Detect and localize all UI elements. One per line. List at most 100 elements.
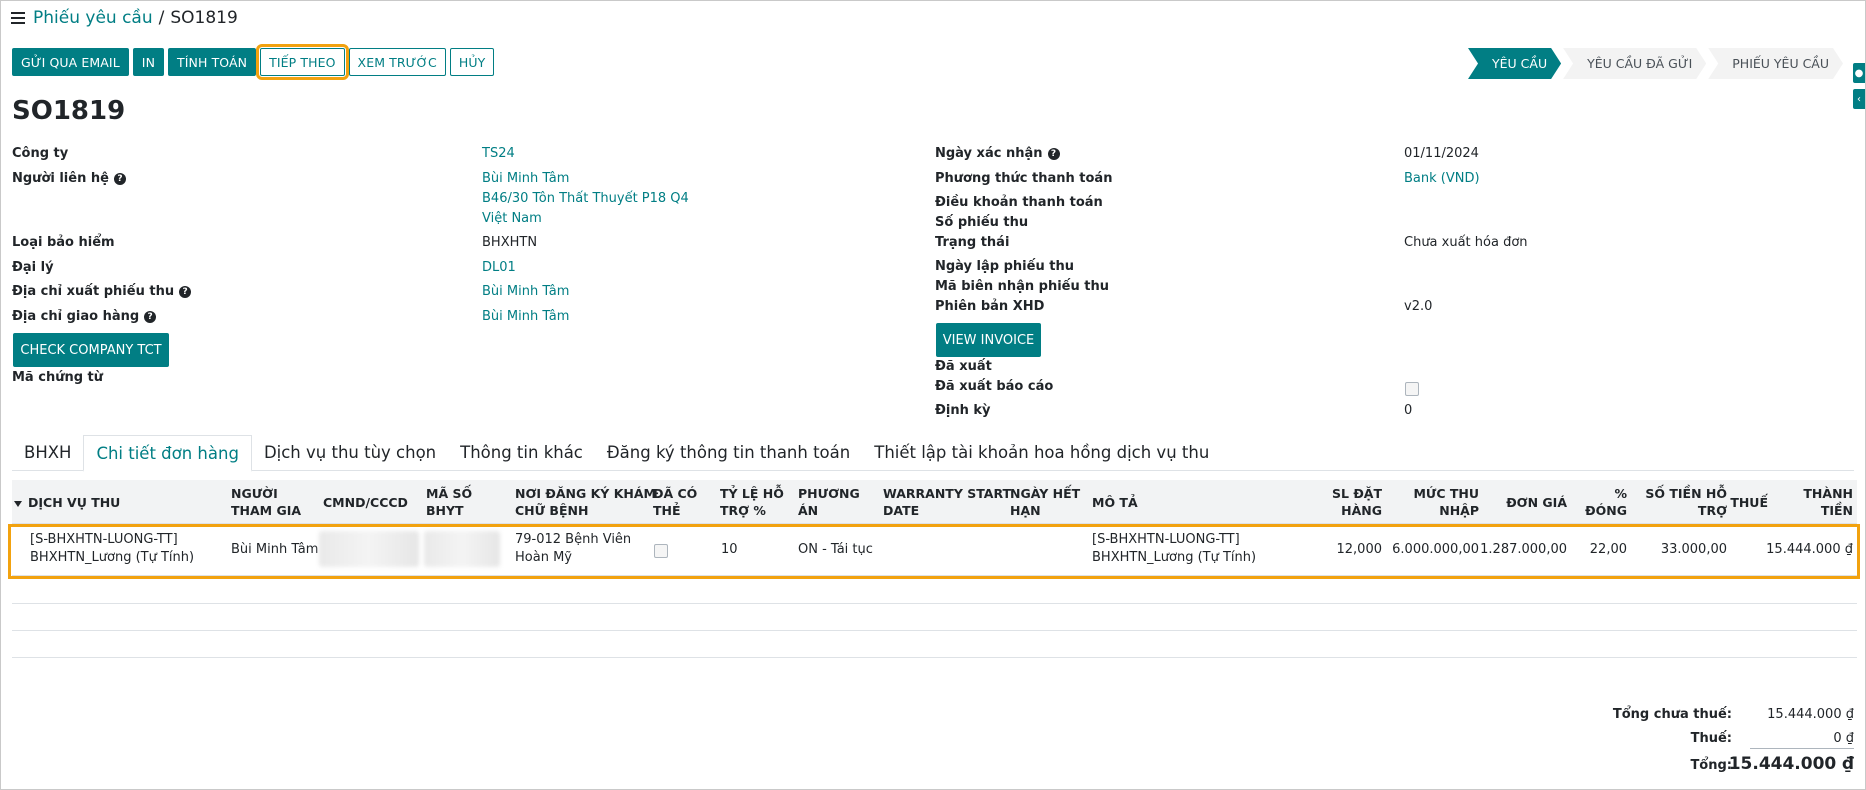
preview-button[interactable]: XEM TRƯỚC — [348, 48, 446, 76]
payment-method-field[interactable]: Bank (VND) — [1404, 171, 1480, 186]
column-participant-line2: THAM GIA — [231, 503, 302, 518]
page-title: SO1819 — [12, 96, 126, 126]
payment-method-label: Phương thức thanh toán — [935, 171, 1113, 186]
column-bhyt[interactable]: MÃ SỐ BHYT — [426, 485, 472, 519]
column-tax[interactable]: THUẾ — [1730, 494, 1768, 511]
agent-label: Đại lý — [12, 260, 54, 275]
delivery-address-field[interactable]: Bùi Minh Tâm — [482, 309, 569, 324]
periodic-field[interactable]: 0 — [1404, 403, 1412, 418]
help-icon[interactable]: ? — [1047, 147, 1060, 160]
xhd-version-field[interactable]: v2.0 — [1404, 299, 1432, 314]
compute-button[interactable]: TÍNH TOÁN — [168, 48, 257, 76]
tax-total-label: Thuế: — [1690, 731, 1732, 746]
column-bhyt-line1: MÃ SỐ — [426, 486, 473, 501]
untaxed-total-label: Tổng chưa thuế: — [1612, 707, 1732, 722]
confirm-date-field[interactable]: 01/11/2024 — [1404, 146, 1479, 161]
invoice-address-label: Địa chỉ xuất phiếu thu ? — [12, 284, 192, 299]
send-email-button[interactable]: GỬI QUA EMAIL — [12, 48, 129, 76]
empty-row-divider — [12, 657, 1857, 658]
receipt-code-label: Mã biên nhận phiếu thu — [935, 279, 1109, 294]
column-contribution-pct[interactable]: % ĐÓNG — [1585, 485, 1627, 519]
delivery-address-label: Địa chỉ giao hàng ? — [12, 309, 157, 324]
status-bar: YÊU CẦU YÊU CẦU ĐÃ GỬI PHIẾU YÊU CẦU — [1466, 48, 1843, 79]
column-service-label: DỊCH VỤ THU — [28, 495, 121, 510]
state-field: Chưa xuất hóa đơn — [1404, 235, 1528, 250]
column-plan[interactable]: PHƯƠNG ÁN — [798, 485, 860, 519]
column-income[interactable]: MỨC THU NHẬP — [1413, 485, 1479, 519]
view-invoice-button[interactable]: VIEW INVOICE — [936, 323, 1041, 357]
contact-address-line2[interactable]: Việt Nam — [482, 211, 542, 226]
action-buttons: GỬI QUA EMAIL IN TÍNH TOÁN TIẾP THEO XEM… — [12, 44, 495, 80]
column-subtotal[interactable]: THÀNH TIỀN — [1803, 485, 1853, 519]
column-quantity[interactable]: SL ĐẶT HÀNG — [1332, 485, 1382, 519]
contact-name-field[interactable]: Bùi Minh Tâm — [482, 171, 569, 186]
column-unit-price[interactable]: ĐƠN GIÁ — [1506, 494, 1567, 511]
stage-request-form[interactable]: PHIẾU YÊU CẦU — [1708, 48, 1843, 79]
breadcrumb-separator: / — [158, 8, 165, 28]
company-field[interactable]: TS24 — [482, 146, 515, 161]
column-warranty-line2: DATE — [883, 503, 920, 518]
column-service[interactable]: DỊCH VỤ THU — [14, 494, 120, 511]
grand-total-label: Tổng: — [1690, 758, 1732, 773]
column-hospital[interactable]: NƠI ĐĂNG KÝ KHÁM CHỮ BỆNH — [515, 485, 656, 519]
column-warranty-start[interactable]: WARRANTY START DATE — [883, 485, 1011, 519]
column-participant[interactable]: NGƯỜI THAM GIA — [231, 485, 301, 519]
help-icon[interactable]: ? — [179, 285, 192, 298]
column-support-amount-line2: TRỢ — [1697, 503, 1727, 518]
invoice-address-label-text: Địa chỉ xuất phiếu thu — [12, 284, 175, 299]
document-code-label: Mã chứng từ — [12, 370, 104, 385]
report-exported-checkbox[interactable] — [1405, 382, 1419, 396]
totals-divider — [1750, 748, 1854, 749]
collapse-icon[interactable]: ‹ — [1853, 89, 1865, 109]
xhd-version-label: Phiên bản XHD — [935, 299, 1045, 314]
side-panel-toggles: ● ‹ — [1853, 63, 1865, 115]
column-participant-line1: NGƯỜI — [231, 486, 278, 501]
insurance-type-field[interactable]: BHXHTN — [482, 235, 537, 250]
next-button[interactable]: TIẾP THEO — [256, 44, 349, 80]
column-description[interactable]: MÔ TẢ — [1092, 494, 1138, 511]
order-lines-header: DỊCH VỤ THU NGƯỜI THAM GIA CMND/CCCD MÃ S… — [12, 480, 1857, 524]
tab-commission-settings[interactable]: Thiết lập tài khoản hoa hồng dịch vụ thu — [862, 435, 1221, 471]
tab-order-details[interactable]: Chi tiết đơn hàng — [83, 435, 252, 472]
tab-payment-registration[interactable]: Đăng ký thông tin thanh toán — [595, 435, 862, 471]
empty-row-divider — [12, 630, 1857, 631]
column-has-card-line2: THẺ — [653, 503, 681, 518]
column-has-card-line1: ĐÃ CÓ — [653, 486, 698, 501]
stage-request[interactable]: YÊU CẦU — [1468, 48, 1561, 79]
print-button[interactable]: IN — [132, 48, 165, 76]
state-label: Trạng thái — [935, 235, 1010, 250]
notebook-tabs: BHXH Chi tiết đơn hàng Dịch vụ thu tùy c… — [12, 435, 1854, 472]
sort-caret-icon[interactable] — [14, 500, 22, 507]
column-quantity-line1: SL ĐẶT — [1332, 486, 1382, 501]
delivery-address-label-text: Địa chỉ giao hàng — [12, 309, 140, 324]
column-has-card[interactable]: ĐÃ CÓ THẺ — [653, 485, 697, 519]
column-subtotal-line2: TIỀN — [1820, 503, 1853, 518]
agent-field[interactable]: DL01 — [482, 260, 516, 275]
column-expiry-line2: HẠN — [1010, 503, 1041, 518]
help-icon[interactable]: ? — [144, 310, 157, 323]
help-icon[interactable]: ? — [113, 172, 126, 185]
invoice-address-field[interactable]: Bùi Minh Tâm — [482, 284, 569, 299]
column-expiry-date[interactable]: NGÀY HẾT HẠN — [1010, 485, 1080, 519]
column-id-number[interactable]: CMND/CCCD — [323, 494, 408, 511]
column-bhyt-line2: BHYT — [426, 503, 464, 518]
column-support-rate[interactable]: TỶ LỆ HỖ TRỢ % — [720, 485, 784, 519]
empty-row-divider — [12, 603, 1857, 604]
stage-request-sent[interactable]: YÊU CẦU ĐÃ GỬI — [1563, 48, 1706, 79]
check-company-button[interactable]: CHECK COMPANY TCT — [13, 333, 169, 367]
column-support-rate-line2: TRỢ % — [720, 503, 766, 518]
cancel-button[interactable]: HỦY — [449, 48, 495, 76]
column-expiry-line1: NGÀY HẾT — [1010, 486, 1081, 501]
column-support-amount-line1: SỐ TIỀN HỖ — [1645, 486, 1727, 501]
confirm-date-label-text: Ngày xác nhận — [935, 146, 1043, 161]
tab-other-info[interactable]: Thông tin khác — [448, 435, 595, 471]
column-support-amount[interactable]: SỐ TIỀN HỖ TRỢ — [1645, 485, 1727, 519]
column-subtotal-line1: THÀNH — [1803, 486, 1853, 501]
chat-icon[interactable]: ● — [1853, 63, 1865, 83]
contact-address-line1[interactable]: B46/30 Tôn Thất Thuyết P18 Q4 — [482, 191, 689, 206]
menu-icon[interactable] — [11, 12, 25, 24]
tab-bhxh[interactable]: BHXH — [12, 435, 83, 471]
company-label: Công ty — [12, 146, 69, 161]
breadcrumb-parent-link[interactable]: Phiếu yêu cầu — [33, 8, 153, 28]
tab-optional-services[interactable]: Dịch vụ thu tùy chọn — [252, 435, 448, 471]
